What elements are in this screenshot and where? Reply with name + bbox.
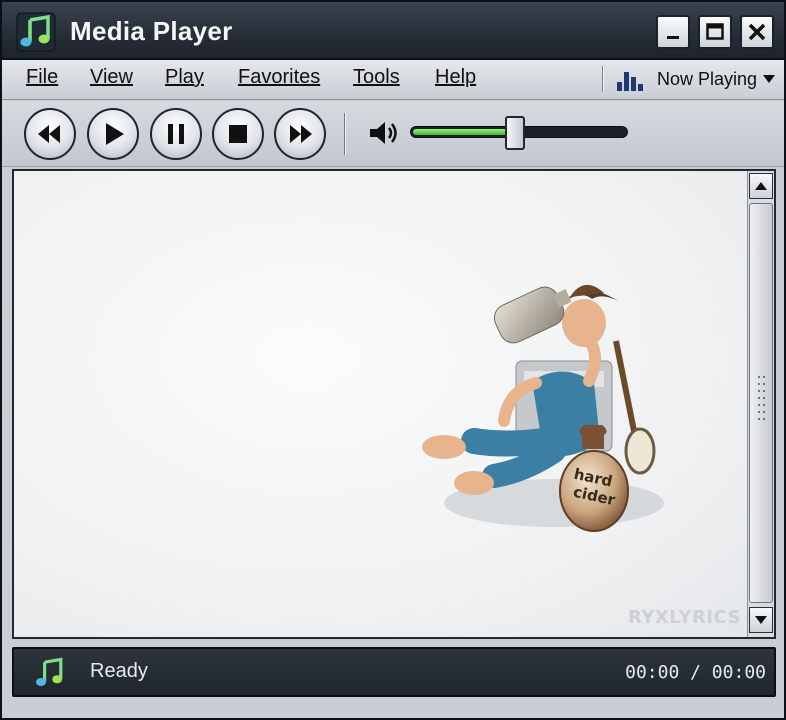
- menu-favorites[interactable]: Favorites: [238, 66, 320, 89]
- rewind-icon: [38, 125, 60, 143]
- video-display[interactable]: hard cider RYXLYRICS: [14, 171, 747, 637]
- window-bottom-border: [2, 702, 784, 718]
- menu-view-label: View: [90, 66, 133, 88]
- video-frame-image: hard cider: [422, 284, 664, 532]
- vertical-scrollbar[interactable]: [747, 171, 774, 637]
- playback-time: 00:00 / 00:00: [625, 662, 766, 683]
- menu-favorites-label: Favorites: [238, 66, 321, 88]
- video-frame: hard cider RYXLYRICS: [12, 169, 776, 639]
- volume-slider-thumb[interactable]: [505, 116, 525, 150]
- menu-tools[interactable]: Tools: [353, 66, 400, 89]
- menu-view[interactable]: View: [90, 66, 133, 89]
- menu-separator: [602, 66, 604, 92]
- menu-help[interactable]: Help: [435, 66, 476, 89]
- grip-icon: [758, 376, 765, 420]
- music-note-icon: [36, 657, 63, 687]
- music-note-icon: [16, 12, 56, 52]
- maximize-button[interactable]: [698, 15, 732, 49]
- menu-bar: File View Play Favorites Tools Help Now …: [2, 60, 784, 100]
- stop-icon: [229, 125, 247, 143]
- minimize-button[interactable]: [656, 15, 690, 49]
- fast-forward-button[interactable]: [274, 108, 326, 160]
- menu-tools-label: Tools: [353, 66, 400, 88]
- scroll-up-button[interactable]: [749, 173, 773, 199]
- minimize-icon: [667, 36, 679, 39]
- close-button[interactable]: [740, 15, 774, 49]
- rewind-button[interactable]: [24, 108, 76, 160]
- title-bar[interactable]: Media Player: [2, 2, 784, 60]
- fast-forward-icon: [290, 125, 312, 143]
- pause-icon: [168, 124, 184, 144]
- scroll-down-button[interactable]: [749, 607, 773, 633]
- speaker-icon[interactable]: [368, 119, 400, 147]
- menu-play-label: Play: [165, 66, 204, 88]
- close-icon: [748, 23, 766, 41]
- arrow-down-icon: [755, 616, 767, 624]
- play-icon: [106, 123, 124, 145]
- chevron-down-icon[interactable]: [762, 74, 776, 84]
- pause-button[interactable]: [150, 108, 202, 160]
- status-bar: Ready 00:00 / 00:00: [12, 647, 776, 697]
- video-watermark: RYXLYRICS: [628, 607, 742, 628]
- menu-file[interactable]: File: [26, 66, 58, 89]
- scrollbar-thumb[interactable]: [749, 203, 773, 603]
- toolbar-separator: [344, 113, 346, 155]
- stop-button[interactable]: [212, 108, 264, 160]
- play-button[interactable]: [87, 108, 139, 160]
- now-playing-dropdown[interactable]: Now Playing: [657, 69, 757, 90]
- transport-toolbar: [2, 101, 784, 167]
- equalizer-icon: [617, 72, 643, 91]
- status-text: Ready: [90, 660, 148, 682]
- menu-file-label: File: [26, 66, 59, 88]
- menu-help-label: Help: [435, 66, 477, 88]
- maximize-icon: [706, 23, 724, 40]
- volume-slider-fill: [413, 129, 514, 135]
- menu-play[interactable]: Play: [165, 66, 204, 89]
- arrow-up-icon: [755, 182, 767, 190]
- window-title: Media Player: [70, 16, 233, 46]
- media-player-window: Media Player File View Play Favorites To…: [0, 0, 786, 720]
